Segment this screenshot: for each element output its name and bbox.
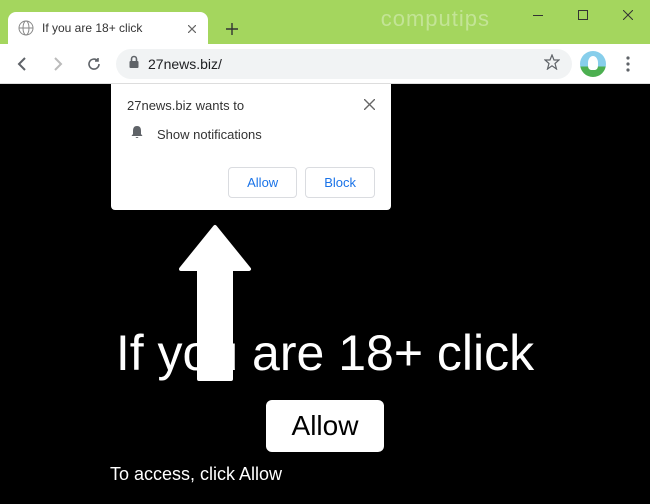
permission-popup: 27news.biz wants to Show notifications A… [111,84,391,210]
close-icon [623,10,633,20]
headline-text: If you are 18+ click [0,324,650,382]
page-content: If you are 18+ click Allow To access, cl… [0,84,650,504]
bell-icon [129,124,145,145]
maximize-button[interactable] [560,0,605,30]
forward-button[interactable] [44,50,72,78]
url-text: 27news.biz/ [148,56,536,72]
reload-button[interactable] [80,50,108,78]
permission-capability-text: Show notifications [157,127,262,142]
permission-close-button[interactable] [364,98,375,114]
close-icon [188,25,196,33]
globe-icon [18,20,34,36]
lock-icon [128,55,140,72]
chrome-menu-button[interactable] [614,50,642,78]
back-button[interactable] [8,50,36,78]
new-tab-button[interactable] [218,18,246,44]
page-message: If you are 18+ click Allow To access, cl… [0,324,650,485]
arrow-left-icon [14,56,30,72]
bookmark-star-icon[interactable] [544,54,560,73]
window-controls [515,0,650,30]
tab-title: If you are 18+ click [42,21,178,35]
close-icon [364,99,375,110]
minimize-icon [533,15,543,16]
plus-icon [226,23,238,35]
address-bar[interactable]: 27news.biz/ [116,49,572,79]
profile-avatar[interactable] [580,51,606,77]
close-window-button[interactable] [605,0,650,30]
dots-vertical-icon [626,56,630,72]
maximize-icon [578,10,588,20]
browser-tab[interactable]: If you are 18+ click [8,12,208,44]
browser-window: computips If you are 18+ click [0,0,650,504]
permission-origin-text: 27news.biz wants to [127,98,244,113]
tab-close-button[interactable] [186,20,198,36]
reload-icon [86,56,102,72]
permission-allow-button[interactable]: Allow [228,167,297,198]
page-allow-button[interactable]: Allow [266,400,385,452]
arrow-right-icon [50,56,66,72]
permission-block-button[interactable]: Block [305,167,375,198]
page-subtext: To access, click Allow [0,464,650,485]
minimize-button[interactable] [515,0,560,30]
toolbar: 27news.biz/ [0,44,650,84]
